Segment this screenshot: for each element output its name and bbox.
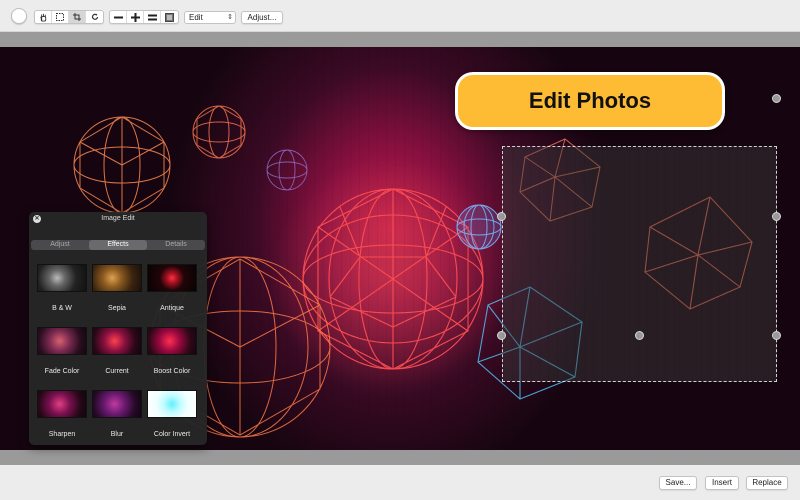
- canvas-bottom-border: [0, 450, 800, 465]
- fit-icon[interactable]: [161, 11, 178, 23]
- crop-handle-top-right[interactable]: [772, 94, 781, 103]
- effect-thumbnail: [147, 327, 197, 355]
- panel-tabs: Adjust Effects Details: [31, 240, 205, 250]
- tool-segmented-control: [34, 10, 104, 24]
- effect-label: Blur: [110, 431, 124, 438]
- crop-selection[interactable]: [502, 146, 777, 382]
- effect-thumbnail: [147, 264, 197, 292]
- effect-boost-color[interactable]: Boost Color: [147, 327, 197, 375]
- effect-label: Boost Color: [153, 368, 191, 375]
- effect-antique[interactable]: Antique: [147, 264, 197, 312]
- canvas-top-border: [0, 32, 800, 47]
- crop-handle-middle-left[interactable]: [497, 212, 506, 221]
- mode-select-value: Edit: [189, 13, 203, 22]
- effect-label: Antique: [160, 305, 184, 312]
- effect-sharpen[interactable]: Sharpen: [37, 390, 87, 438]
- effect-label: Sepia: [108, 305, 126, 312]
- zoom-out-icon[interactable]: [110, 11, 127, 23]
- crop-handle-bottom-left[interactable]: [497, 331, 506, 340]
- panel-title: Image Edit: [101, 215, 135, 222]
- effect-label: Color Invert: [153, 431, 191, 438]
- effect-thumbnail: [147, 390, 197, 418]
- crop-handle-bottom-middle[interactable]: [635, 331, 644, 340]
- replace-button[interactable]: Replace: [746, 476, 788, 490]
- crop-handle-middle-right[interactable]: [772, 212, 781, 221]
- save-button[interactable]: Save...: [659, 476, 697, 490]
- effect-color-invert[interactable]: Color Invert: [147, 390, 197, 438]
- effect-current[interactable]: Current: [92, 327, 142, 375]
- effect-label: Fade Color: [44, 368, 80, 375]
- crop-handle-bottom-right[interactable]: [772, 331, 781, 340]
- crop-icon[interactable]: [69, 11, 86, 23]
- edit-photos-banner: Edit Photos: [455, 72, 725, 130]
- image-edit-panel: ✕ Image Edit Adjust Effects Details B & …: [29, 212, 207, 445]
- effect-label: Sharpen: [48, 431, 76, 438]
- select-rect-icon[interactable]: [52, 11, 69, 23]
- adjust-circle-button[interactable]: [11, 8, 27, 24]
- toolbar: Edit ⇕ Adjust...: [0, 0, 800, 32]
- effect-label: Current: [105, 368, 129, 375]
- chevron-updown-icon: ⇕: [227, 14, 233, 21]
- zoom-in-icon[interactable]: [127, 11, 144, 23]
- tab-effects[interactable]: Effects: [89, 240, 147, 250]
- effect-fade-color[interactable]: Fade Color: [37, 327, 87, 375]
- tab-details[interactable]: Details: [147, 240, 205, 250]
- effect-sepia[interactable]: Sepia: [92, 264, 142, 312]
- effect-bw[interactable]: B & W: [37, 264, 87, 312]
- hand-icon[interactable]: [35, 11, 52, 23]
- mode-select[interactable]: Edit ⇕: [184, 11, 236, 24]
- effect-thumbnail: [37, 264, 87, 292]
- adjust-button[interactable]: Adjust...: [241, 11, 283, 24]
- insert-button[interactable]: Insert: [705, 476, 739, 490]
- effect-label: B & W: [52, 305, 72, 312]
- rotate-icon[interactable]: [86, 11, 103, 23]
- actual-size-icon[interactable]: [144, 11, 161, 23]
- tab-adjust[interactable]: Adjust: [31, 240, 89, 250]
- effect-blur[interactable]: Blur: [92, 390, 142, 438]
- effect-thumbnail: [92, 264, 142, 292]
- effect-thumbnail: [37, 390, 87, 418]
- zoom-segmented-control: [109, 10, 179, 24]
- effect-thumbnail: [92, 390, 142, 418]
- effect-thumbnail: [92, 327, 142, 355]
- effect-thumbnail: [37, 327, 87, 355]
